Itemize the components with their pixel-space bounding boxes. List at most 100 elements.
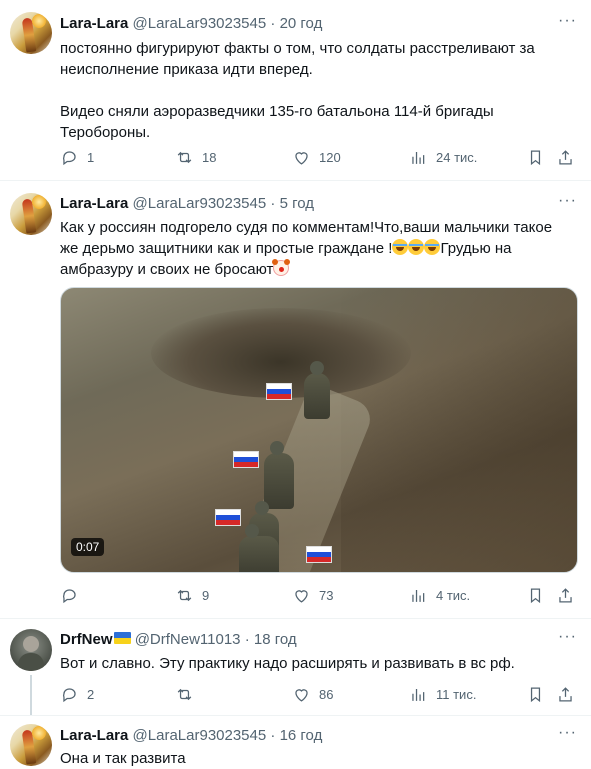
bookmark-icon [526,148,545,167]
russia-flag-icon [215,509,241,526]
share-button[interactable] [556,146,575,168]
repost-button[interactable] [175,683,202,705]
tweet-header: DrfNew @DrfNew11013 · 18 год [60,630,297,650]
repost-button[interactable]: 9 [175,584,209,606]
views-icon [409,148,428,167]
action-bar: 1 18 120 24 тис. [60,146,580,168]
like-button[interactable]: 120 [292,146,341,168]
like-count: 86 [319,686,334,702]
tweet-header: Lara-Lara @LaraLar93023545 · 16 год [60,726,322,746]
more-icon[interactable]: ··· [558,628,577,646]
like-button[interactable]: 86 [292,683,333,705]
text-line: неисполнение приказа идти вперед. [60,61,313,78]
heart-icon [292,148,311,167]
tweet-time[interactable]: 16 год [280,727,323,744]
reply-icon [60,586,79,605]
author-name[interactable]: Lara-Lara [60,195,128,212]
tweet-time[interactable]: 18 год [254,631,297,648]
avatar[interactable] [10,724,52,766]
thread-line [30,675,32,715]
avatar[interactable] [10,193,52,235]
repost-button[interactable]: 18 [175,146,216,168]
more-icon[interactable]: ··· [558,12,577,30]
share-button[interactable] [556,683,575,705]
reply-button[interactable] [60,584,87,606]
like-count: 120 [319,149,341,165]
action-bar: 2 86 11 тис. [60,683,580,705]
like-button[interactable]: 73 [292,584,333,606]
russia-flag-icon [306,546,332,563]
text-line: Как у россиян подгорело судя по коммента… [60,219,553,236]
bookmark-icon [526,586,545,605]
views-count: 11 тис. [436,686,477,702]
dot-separator: · [244,631,250,648]
reply-count: 2 [87,686,95,702]
repost-icon [175,586,194,605]
video-soldier [239,524,279,572]
laughing-emoji-icon [408,239,425,255]
action-bar: 9 73 4 тис. [60,584,580,606]
repost-count: 9 [202,587,210,603]
views-button[interactable]: 4 тис. [409,584,470,606]
views-button[interactable]: 24 тис. [409,146,477,168]
tweet-time[interactable]: 5 год [280,195,314,212]
more-icon[interactable]: ··· [558,192,577,210]
text-segment: Грудью на [440,240,512,257]
reply-icon [60,148,79,167]
heart-icon [292,685,311,704]
author-name[interactable]: Lara-Lara [60,727,128,744]
video-soldier [264,441,294,509]
bookmark-button[interactable] [526,146,545,168]
share-icon [556,148,575,167]
more-icon[interactable]: ··· [558,724,577,742]
heart-icon [292,586,311,605]
tweet-text: постоянно фигурируют факты о том, что со… [60,38,575,143]
bookmark-button[interactable] [526,683,545,705]
repost-icon [175,685,194,704]
tweet-3[interactable]: DrfNew @DrfNew11013 · 18 год ··· Вот и с… [0,619,591,715]
reply-button[interactable]: 2 [60,683,94,705]
tweet-4[interactable]: Lara-Lara @LaraLar93023545 · 16 год ··· … [0,716,591,767]
share-button[interactable] [556,584,575,606]
laughing-emoji-icon [424,239,441,255]
reply-icon [60,685,79,704]
tweet-header: Lara-Lara @LaraLar93023545 · 20 год [60,14,322,34]
text-line: же дерьмо защитники как и простые гражда… [60,238,575,259]
bookmark-button[interactable] [526,584,545,606]
author-name[interactable]: Lara-Lara [60,15,128,32]
tweet-1[interactable]: Lara-Lara @LaraLar93023545 · 20 год ··· … [0,0,591,181]
share-icon [556,586,575,605]
reply-button[interactable]: 1 [60,146,94,168]
views-icon [409,586,428,605]
video-player[interactable]: 0:07 [60,287,578,573]
author-handle[interactable]: @LaraLar93023545 [133,15,267,32]
russia-flag-icon [266,383,292,400]
dot-separator: · [270,15,276,32]
text-segment: амбразуру и своих не бросают [60,261,274,278]
author-handle[interactable]: @LaraLar93023545 [133,727,267,744]
clown-emoji-icon [272,259,290,276]
avatar[interactable] [10,629,52,671]
author-handle[interactable]: @DrfNew11013 [135,631,241,648]
repost-count: 18 [202,149,217,165]
author-name[interactable]: DrfNew [60,631,113,648]
tweet-text: Как у россиян подгорело судя по коммента… [60,217,575,280]
bookmark-icon [526,685,545,704]
dot-separator: · [270,727,276,744]
views-count: 24 тис. [436,149,478,165]
ukraine-flag-icon [113,632,131,644]
repost-icon [175,148,194,167]
views-button[interactable]: 11 тис. [409,683,476,705]
text-line: Теробороны. [60,124,151,141]
like-count: 73 [319,587,334,603]
russia-flag-icon [233,451,259,468]
dot-separator: · [270,195,276,212]
tweet-time[interactable]: 20 год [280,15,323,32]
author-handle[interactable]: @LaraLar93023545 [133,195,267,212]
views-count: 4 тис. [436,587,471,603]
text-line: амбразуру и своих не бросают [60,259,575,280]
avatar[interactable] [10,12,52,54]
video-soldier [304,361,330,419]
video-duration: 0:07 [71,538,105,556]
